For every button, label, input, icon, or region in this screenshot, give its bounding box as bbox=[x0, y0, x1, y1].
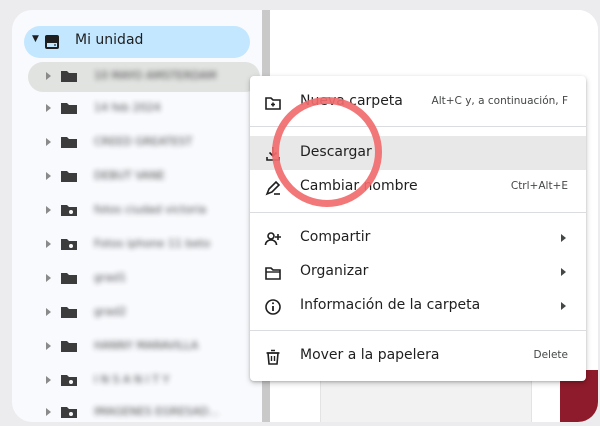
folder-label: Fotos iphone 11 beto bbox=[94, 237, 211, 250]
folder-tree-item[interactable]: 10 MAYO AMSTERDAM bbox=[28, 62, 260, 92]
menu-item-label: Información de la carpeta bbox=[300, 297, 481, 313]
menu-item-label: Descargar bbox=[300, 144, 372, 160]
shared-folder-icon bbox=[61, 239, 77, 250]
folder-icon bbox=[61, 71, 77, 82]
caret-right-icon[interactable] bbox=[46, 206, 51, 214]
folder-icon bbox=[61, 341, 77, 352]
menu-item-organizar[interactable]: Organizar bbox=[250, 255, 586, 289]
folder-tree-item[interactable]: grad1 bbox=[12, 264, 264, 294]
folder-tree-item[interactable]: IMAGENES EGRESAD... bbox=[12, 398, 264, 422]
trash-icon bbox=[266, 349, 280, 365]
folder-label: 10 MAYO AMSTERDAM bbox=[94, 69, 217, 82]
menu-item-informacion[interactable]: Información de la carpeta bbox=[250, 289, 586, 323]
caret-right-icon[interactable] bbox=[46, 104, 51, 112]
folder-label: grad1 bbox=[94, 271, 127, 284]
folder-icon bbox=[61, 307, 77, 318]
folder-tree-item[interactable]: Fotos iphone 11 beto bbox=[12, 230, 264, 260]
folder-label: DEBUT VANE bbox=[94, 169, 165, 182]
caret-right-icon[interactable] bbox=[46, 342, 51, 350]
menu-item-label: Compartir bbox=[300, 229, 371, 245]
caret-right-icon[interactable] bbox=[46, 376, 51, 384]
menu-item-descargar[interactable]: Descargar bbox=[250, 136, 586, 170]
folder-label: CREED GREATEST bbox=[94, 135, 193, 148]
folder-tree-item[interactable]: I N S A N I T Y bbox=[12, 366, 264, 396]
folder-icon bbox=[61, 171, 77, 182]
caret-right-icon[interactable] bbox=[46, 240, 51, 248]
folder-tree-item[interactable]: 14 feb 2024 bbox=[12, 94, 264, 124]
folder-label: HANNY MARAVILLA bbox=[94, 339, 199, 352]
shared-folder-icon bbox=[61, 407, 77, 418]
folder-label: grad2 bbox=[94, 305, 127, 318]
caret-down-icon[interactable]: ▼ bbox=[32, 34, 39, 44]
menu-item-label: Nueva carpeta bbox=[300, 93, 403, 109]
sidebar-item-mi-unidad[interactable]: ▼ Mi unidad bbox=[24, 26, 250, 58]
menu-item-nueva-carpeta[interactable]: Nueva carpeta Alt+C y, a continuación, F bbox=[250, 85, 586, 119]
context-menu: Nueva carpeta Alt+C y, a continuación, F… bbox=[250, 76, 586, 381]
folder-tree-item[interactable]: CREED GREATEST bbox=[12, 128, 264, 158]
folder-tree-item[interactable]: HANNY MARAVILLA bbox=[12, 332, 264, 362]
folder-label: 14 feb 2024 bbox=[94, 101, 161, 114]
folder-label: I N S A N I T Y bbox=[94, 373, 170, 386]
folder-icon bbox=[61, 103, 77, 114]
download-icon bbox=[266, 147, 280, 161]
menu-item-shortcut: Alt+C y, a continuación, F bbox=[431, 95, 568, 107]
menu-divider bbox=[250, 212, 586, 213]
caret-right-icon[interactable] bbox=[46, 138, 51, 146]
submenu-arrow-icon bbox=[561, 302, 566, 310]
folder-tree-item[interactable]: fotos ciudad victoria bbox=[12, 196, 264, 226]
menu-item-shortcut: Delete bbox=[533, 349, 569, 361]
menu-divider bbox=[250, 330, 586, 331]
submenu-arrow-icon bbox=[561, 268, 566, 276]
menu-item-mover-papelera[interactable]: Mover a la papelera Delete bbox=[250, 339, 586, 373]
main-header-area bbox=[270, 10, 598, 70]
folder-tree-item[interactable]: DEBUT VANE bbox=[12, 162, 264, 192]
organize-folder-icon bbox=[265, 267, 281, 280]
sidebar: ▼ Mi unidad 10 MAYO AMSTERDAM 14 feb 202… bbox=[12, 10, 264, 422]
folder-tree-item[interactable]: grad2 bbox=[12, 298, 264, 328]
menu-item-cambiar-nombre[interactable]: Cambiar nombre Ctrl+Alt+E bbox=[250, 170, 586, 204]
caret-right-icon[interactable] bbox=[46, 72, 51, 80]
info-icon bbox=[265, 299, 281, 315]
folder-label: fotos ciudad victoria bbox=[94, 203, 207, 216]
menu-item-shortcut: Ctrl+Alt+E bbox=[510, 180, 568, 192]
menu-divider bbox=[250, 126, 586, 127]
drive-icon bbox=[45, 35, 59, 49]
submenu-arrow-icon bbox=[561, 234, 566, 242]
caret-right-icon[interactable] bbox=[46, 274, 51, 282]
share-icon bbox=[264, 232, 281, 246]
sidebar-root-label: Mi unidad bbox=[75, 32, 144, 48]
shared-folder-icon bbox=[61, 375, 77, 386]
caret-right-icon[interactable] bbox=[46, 172, 51, 180]
menu-item-label: Cambiar nombre bbox=[300, 178, 418, 194]
menu-item-label: Mover a la papelera bbox=[300, 347, 440, 363]
menu-item-compartir[interactable]: Compartir bbox=[250, 221, 586, 255]
caret-right-icon[interactable] bbox=[46, 308, 51, 316]
shared-folder-icon bbox=[61, 205, 77, 216]
folder-icon bbox=[61, 137, 77, 148]
caret-right-icon[interactable] bbox=[46, 408, 51, 416]
rename-icon bbox=[265, 180, 281, 196]
folder-icon bbox=[61, 273, 77, 284]
menu-item-label: Organizar bbox=[300, 263, 369, 279]
new-folder-icon bbox=[265, 97, 281, 110]
folder-label: IMAGENES EGRESAD... bbox=[94, 405, 219, 418]
